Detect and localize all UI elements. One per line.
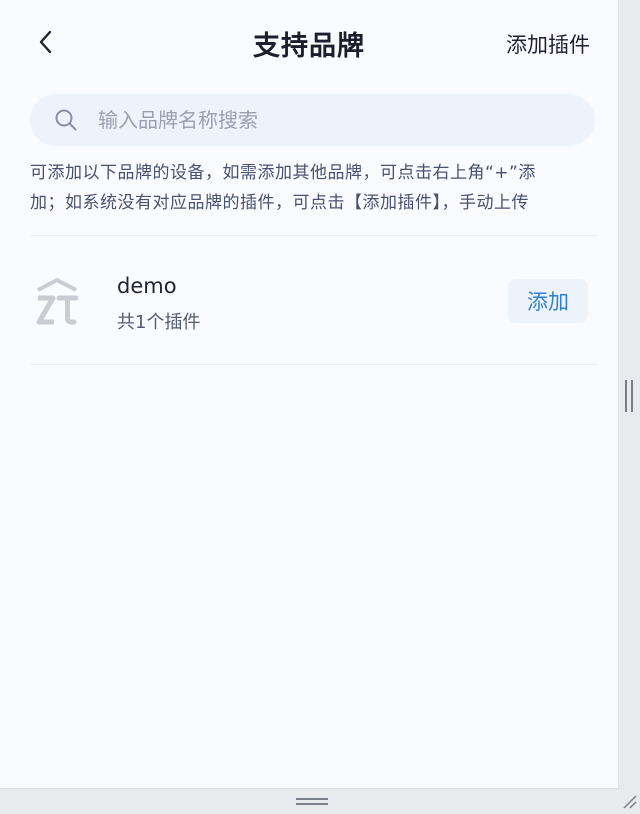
search-input[interactable] (96, 99, 560, 141)
top-bar: 支持品牌 添加插件 (0, 0, 618, 86)
brand-list-item: demo 共1个插件 添加 (0, 244, 618, 364)
notice-line-2: 加；如系统没有对应品牌的插件，可点击【添加插件】，手动上传 (30, 193, 529, 213)
add-plugin-button[interactable]: 添加插件 (506, 29, 590, 59)
plugin-count: 共1个插件 (117, 312, 201, 333)
pane-resize-handle[interactable] (625, 380, 633, 412)
resize-corner-icon[interactable] (622, 794, 638, 810)
zt-logo-icon (36, 278, 79, 325)
divider (30, 364, 598, 365)
app-screen: 支持品牌 添加插件 可添加以下品牌的设备，如需添加其他品牌，可点击右上角“+”添… (0, 0, 619, 789)
search-bar[interactable] (30, 94, 595, 146)
divider (30, 235, 598, 236)
bottom-resize-grip[interactable] (296, 798, 328, 806)
brand-name: demo (117, 274, 177, 298)
notice-line-1: 可添加以下品牌的设备，如需添加其他品牌，可点击右上角“+”添 (30, 163, 536, 183)
add-brand-button[interactable]: 添加 (508, 279, 588, 323)
search-icon (54, 108, 78, 132)
brand-notice: 可添加以下品牌的设备，如需添加其他品牌，可点击右上角“+”添 加；如系统没有对应… (30, 158, 598, 218)
